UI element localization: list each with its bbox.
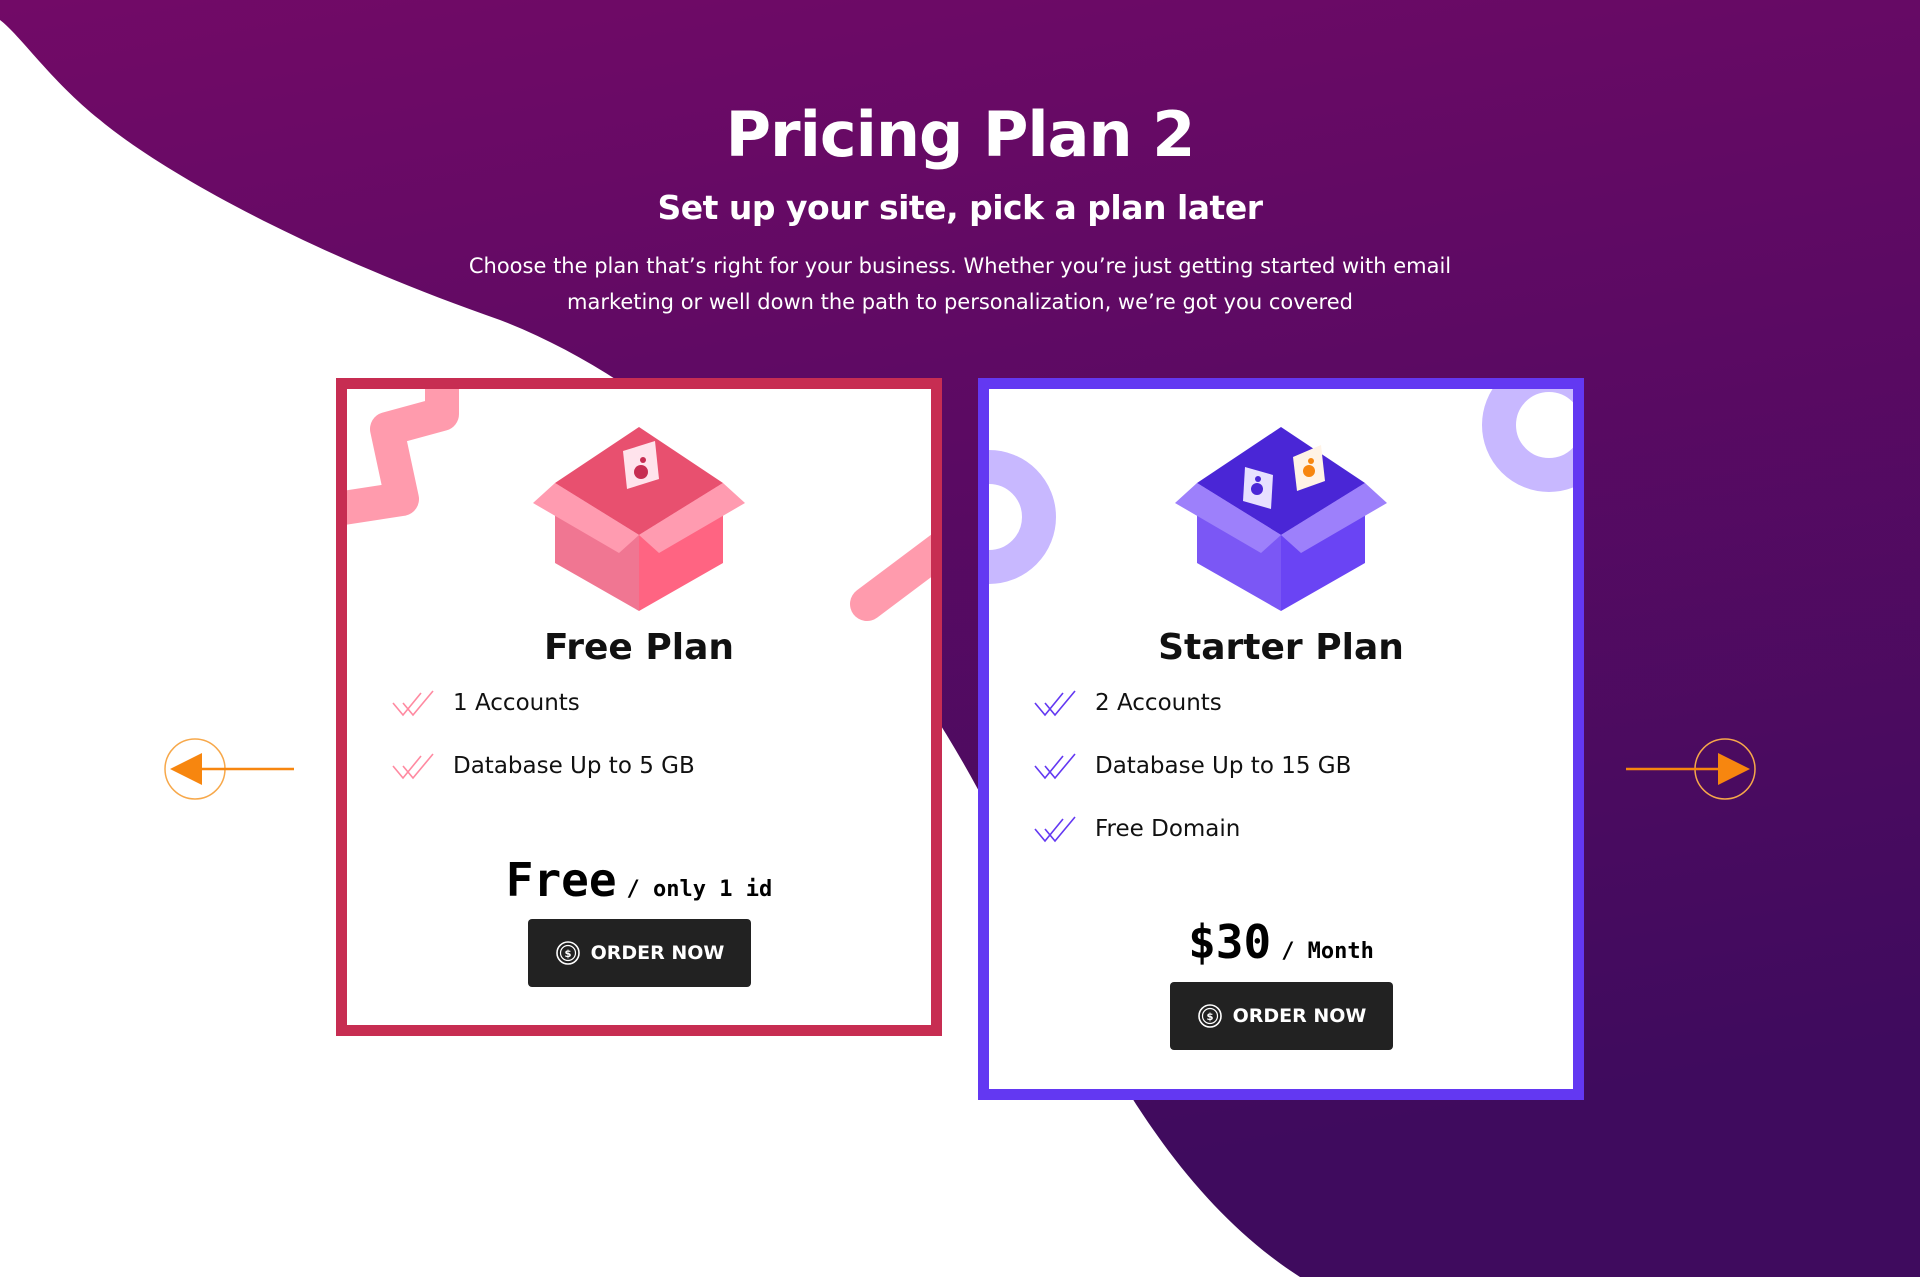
price-amount: Free xyxy=(505,853,617,907)
price-period: / only 1 id xyxy=(626,877,773,902)
feature-text: Database Up to 15 GB xyxy=(1095,753,1352,779)
double-check-icon xyxy=(1034,753,1076,780)
double-check-icon xyxy=(392,690,434,717)
feature-item: Database Up to 5 GB xyxy=(391,752,695,815)
plan-price: $30 / Month xyxy=(989,915,1573,969)
order-now-label: ORDER NOW xyxy=(590,942,725,964)
dollar-coin-icon: $ xyxy=(1197,1004,1222,1028)
feature-item: Free Domain xyxy=(1033,815,1351,878)
plan-name: Starter Plan xyxy=(1158,627,1404,668)
feature-list: 1 Accounts Database Up to 5 GB xyxy=(391,689,695,815)
feature-text: Free Domain xyxy=(1095,816,1241,842)
price-period: / Month xyxy=(1281,939,1374,964)
double-check-icon xyxy=(1034,816,1076,843)
double-check-icon xyxy=(1034,690,1076,717)
feature-text: Database Up to 5 GB xyxy=(453,753,695,779)
arrow-left-icon[interactable] xyxy=(162,736,296,802)
order-now-button[interactable]: $ ORDER NOW xyxy=(1170,982,1393,1050)
pricing-card-free: Free Plan 1 Accounts Database Up to 5 GB… xyxy=(336,378,942,1036)
price-amount: $30 xyxy=(1188,915,1272,969)
page-subtitle: Set up your site, pick a plan later xyxy=(657,188,1263,227)
purple-box-icon xyxy=(1175,427,1387,611)
feature-text: 2 Accounts xyxy=(1095,690,1222,716)
plan-name: Free Plan xyxy=(543,627,735,668)
plan-price: Free / only 1 id xyxy=(347,853,931,907)
order-now-label: ORDER NOW xyxy=(1232,1005,1367,1027)
feature-list: 2 Accounts Database Up to 15 GB Free Dom… xyxy=(1033,689,1351,878)
double-check-icon xyxy=(392,753,434,780)
feature-item: 2 Accounts xyxy=(1033,689,1351,752)
dollar-coin-icon: $ xyxy=(555,941,580,965)
feature-item: 1 Accounts xyxy=(391,689,695,752)
svg-text:$: $ xyxy=(564,949,571,960)
page-description: Choose the plan that’s right for your bu… xyxy=(468,254,1452,314)
svg-text:$: $ xyxy=(1206,1012,1213,1023)
feature-item: Database Up to 15 GB xyxy=(1033,752,1351,815)
order-now-button[interactable]: $ ORDER NOW xyxy=(528,919,751,987)
pricing-card-starter: Starter Plan 2 Accounts Database Up to 1… xyxy=(978,378,1584,1100)
arrow-right-icon[interactable] xyxy=(1624,736,1758,802)
pink-box-icon xyxy=(533,427,745,611)
feature-text: 1 Accounts xyxy=(453,690,580,716)
page-title: Pricing Plan 2 xyxy=(725,98,1196,171)
